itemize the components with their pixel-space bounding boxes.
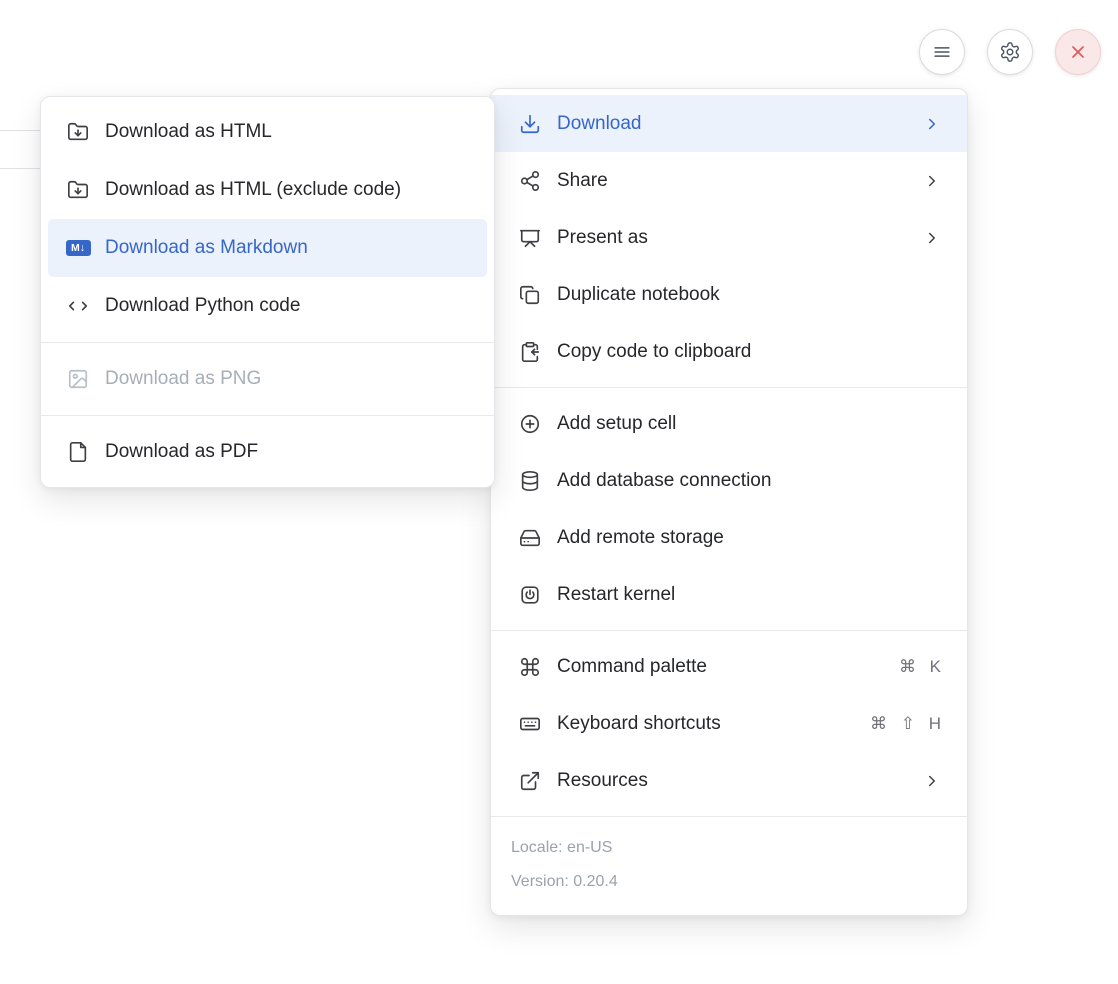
keyboard-shortcut: ⌘ ⇧ H (870, 714, 941, 734)
plus-circle-icon (518, 413, 542, 435)
menu-item-add-remote-storage[interactable]: Add remote storage (491, 509, 967, 566)
folder-download-icon (66, 121, 90, 143)
folder-download-icon (66, 179, 90, 201)
menu-item-duplicate-notebook[interactable]: Duplicate notebook (491, 266, 967, 323)
version-text: Version: 0.20.4 (511, 865, 941, 899)
menu-item-command-palette[interactable]: Command palette ⌘ K (491, 638, 967, 695)
menu-item-copy-code[interactable]: Copy code to clipboard (491, 323, 967, 380)
page-divider (0, 130, 40, 131)
close-icon (1068, 42, 1088, 62)
settings-button[interactable] (987, 29, 1033, 75)
presentation-icon (518, 227, 542, 249)
menu-divider (41, 342, 494, 343)
duplicate-icon (518, 284, 542, 306)
toolbar (919, 29, 1101, 75)
menu-item-label: Download as HTML (105, 121, 468, 143)
menu-divider (41, 415, 494, 416)
clipboard-copy-icon (518, 341, 542, 363)
keyboard-shortcut: ⌘ K (899, 657, 941, 677)
download-icon (518, 113, 542, 135)
menu-item-add-database-connection[interactable]: Add database connection (491, 452, 967, 509)
menu-item-label: Add database connection (557, 470, 941, 492)
menu-item-label: Keyboard shortcuts (557, 713, 855, 735)
keyboard-icon (518, 713, 542, 735)
menu-item-label: Add remote storage (557, 527, 941, 549)
menu-item-download-as-markdown[interactable]: M↓ Download as Markdown (48, 219, 487, 277)
menu-item-download-as-png[interactable]: Download as PNG (48, 350, 487, 408)
menu-item-share[interactable]: Share (491, 152, 967, 209)
menu-item-download[interactable]: Download (491, 95, 967, 152)
menu-divider (491, 630, 967, 631)
chevron-right-icon (923, 772, 941, 790)
menu-item-label: Duplicate notebook (557, 284, 941, 306)
menu-item-label: Resources (557, 770, 908, 792)
menu-item-label: Restart kernel (557, 584, 941, 606)
page-divider (0, 168, 40, 169)
markdown-icon: M↓ (66, 240, 90, 256)
menu-item-download-python-code[interactable]: Download Python code (48, 277, 487, 335)
menu-footer: Locale: en-US Version: 0.20.4 (491, 816, 967, 909)
image-icon (66, 368, 90, 390)
menu-item-label: Present as (557, 227, 908, 249)
menu-item-download-as-pdf[interactable]: Download as PDF (48, 423, 487, 481)
menu-item-label: Download Python code (105, 295, 468, 317)
menu-item-keyboard-shortcuts[interactable]: Keyboard shortcuts ⌘ ⇧ H (491, 695, 967, 752)
share-icon (518, 170, 542, 192)
command-icon (518, 656, 542, 678)
menu-item-label: Download (557, 113, 908, 135)
hard-drive-icon (518, 527, 542, 549)
menu-item-present-as[interactable]: Present as (491, 209, 967, 266)
power-icon (518, 584, 542, 606)
gear-icon (999, 41, 1021, 63)
menu-item-restart-kernel[interactable]: Restart kernel (491, 566, 967, 623)
menu-divider (491, 387, 967, 388)
hamburger-icon (931, 41, 953, 63)
menu-item-download-as-html-exclude-code[interactable]: Download as HTML (exclude code) (48, 161, 487, 219)
file-icon (66, 441, 90, 463)
chevron-right-icon (923, 229, 941, 247)
menu-item-label: Command palette (557, 656, 884, 678)
menu-item-add-setup-cell[interactable]: Add setup cell (491, 395, 967, 452)
menu-item-download-as-html[interactable]: Download as HTML (48, 103, 487, 161)
menu-item-label: Download as PDF (105, 441, 468, 463)
locale-text: Locale: en-US (511, 831, 941, 865)
chevron-right-icon (923, 115, 941, 133)
menu-item-label: Download as Markdown (105, 237, 468, 259)
menu-item-label: Copy code to clipboard (557, 341, 941, 363)
chevron-right-icon (923, 172, 941, 190)
menu-item-label: Add setup cell (557, 413, 941, 435)
download-submenu: Download as HTML Download as HTML (exclu… (40, 96, 495, 488)
close-button[interactable] (1055, 29, 1101, 75)
markdown-badge: M↓ (66, 240, 91, 256)
menu-item-resources[interactable]: Resources (491, 752, 967, 809)
notebook-actions-menu: Download Share Present as Duplicate note… (490, 88, 968, 916)
notebook-menu-button[interactable] (919, 29, 965, 75)
database-icon (518, 470, 542, 492)
external-link-icon (518, 770, 542, 792)
menu-item-label: Download as HTML (exclude code) (105, 179, 468, 201)
code-icon (66, 295, 90, 317)
menu-item-label: Download as PNG (105, 368, 468, 390)
menu-item-label: Share (557, 170, 908, 192)
